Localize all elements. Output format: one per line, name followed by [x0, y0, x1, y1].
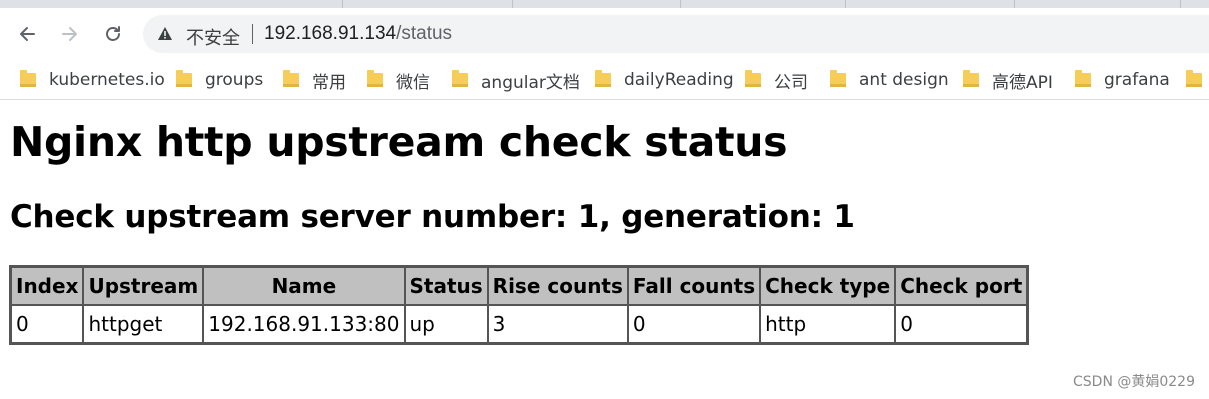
- folder-icon: [595, 70, 611, 87]
- bookmark-truncated[interactable]: [1186, 66, 1209, 94]
- table-header-row: Index Upstream Name Status Rise counts F…: [11, 267, 1028, 305]
- tab-separator: [1180, 0, 1181, 8]
- reload-icon: [106, 26, 120, 41]
- folder-icon: [283, 70, 299, 87]
- security-label[interactable]: 不安全: [186, 24, 240, 50]
- bookmark-label: kubernetes.io: [49, 70, 165, 90]
- bookmark-label: angular文档: [481, 72, 580, 93]
- column-header-name: Name: [203, 267, 405, 305]
- column-header-status: Status: [404, 267, 488, 305]
- url-text[interactable]: 192.168.91.134/status: [264, 23, 452, 45]
- cell-fall-counts: 0: [627, 305, 761, 343]
- bookmark-amap-api[interactable]: 高德API: [963, 66, 1053, 94]
- tab-strip: [0, 0, 1209, 8]
- bookmark-wechat[interactable]: 微信: [367, 66, 430, 94]
- folder-icon: [176, 70, 192, 87]
- cell-index: 0: [11, 305, 84, 343]
- folder-icon: [367, 70, 383, 87]
- bookmark-grafana[interactable]: grafana: [1075, 66, 1170, 94]
- bookmark-angular-docs[interactable]: angular文档: [452, 66, 580, 94]
- folder-icon: [745, 70, 761, 87]
- folder-icon: [1186, 70, 1202, 87]
- column-header-check-port: Check port: [895, 267, 1028, 305]
- bookmark-label: groups: [205, 70, 264, 90]
- column-header-check-type: Check type: [760, 267, 896, 305]
- browser-toolbar: 不安全 192.168.91.134/status: [0, 8, 1209, 60]
- reload-button[interactable]: [97, 18, 129, 50]
- bookmark-label: dailyReading: [624, 70, 734, 90]
- bookmark-label: 公司: [774, 72, 808, 93]
- column-header-upstream: Upstream: [83, 267, 204, 305]
- address-bar[interactable]: 不安全 192.168.91.134/status: [143, 15, 1209, 53]
- bookmark-label: 常用: [312, 72, 346, 93]
- page-subtitle: Check upstream server number: 1, generat…: [10, 199, 855, 235]
- bookmark-common[interactable]: 常用: [283, 66, 346, 94]
- page-title: Nginx http upstream check status: [10, 118, 788, 166]
- bookmark-label: grafana: [1104, 70, 1170, 90]
- folder-icon: [830, 70, 846, 87]
- page-content: Nginx http upstream check status Check u…: [0, 101, 1209, 399]
- url-path: /status: [396, 23, 453, 44]
- tab-separator: [1014, 0, 1015, 8]
- column-header-index: Index: [11, 267, 84, 305]
- bookmark-company[interactable]: 公司: [745, 66, 808, 94]
- omnibox-divider: [252, 24, 253, 44]
- tab-separator: [845, 0, 846, 8]
- bookmark-groups[interactable]: groups: [176, 66, 263, 94]
- folder-icon: [20, 70, 36, 87]
- bookmark-label: ant design: [859, 70, 949, 90]
- cell-check-port: 0: [895, 305, 1028, 343]
- bookmark-label: 高德API: [992, 72, 1053, 93]
- bookmark-daily-reading[interactable]: dailyReading: [595, 66, 734, 94]
- forward-button[interactable]: [54, 18, 86, 50]
- cell-name: 192.168.91.133:80: [203, 305, 405, 343]
- forward-arrow-icon: [62, 27, 77, 41]
- bookmarks-bar: kubernetes.io groups 常用 微信 angular文档 dai…: [0, 60, 1209, 100]
- watermark: CSDN @黄娟0229: [1073, 374, 1195, 390]
- folder-icon: [963, 70, 979, 87]
- folder-icon: [1075, 70, 1091, 87]
- url-host: 192.168.91.134: [264, 23, 397, 44]
- column-header-fall-counts: Fall counts: [627, 267, 761, 305]
- tab-separator: [342, 0, 343, 8]
- table-row: 0 httpget 192.168.91.133:80 up 3 0 http …: [11, 305, 1028, 343]
- tab-separator: [680, 0, 681, 8]
- bookmark-label: 微信: [396, 72, 430, 93]
- column-header-rise-counts: Rise counts: [487, 267, 628, 305]
- cell-status: up: [404, 305, 488, 343]
- cell-check-type: http: [760, 305, 896, 343]
- cell-rise-counts: 3: [487, 305, 628, 343]
- upstream-status-table: Index Upstream Name Status Rise counts F…: [9, 265, 1030, 345]
- back-arrow-icon: [20, 27, 35, 41]
- bookmark-kubernetes[interactable]: kubernetes.io: [20, 66, 165, 94]
- bookmark-ant-design[interactable]: ant design: [830, 66, 949, 94]
- warning-triangle-icon[interactable]: [157, 26, 173, 46]
- tab-separator: [512, 0, 513, 8]
- folder-icon: [452, 70, 468, 87]
- back-button[interactable]: [11, 18, 43, 50]
- cell-upstream: httpget: [83, 305, 204, 343]
